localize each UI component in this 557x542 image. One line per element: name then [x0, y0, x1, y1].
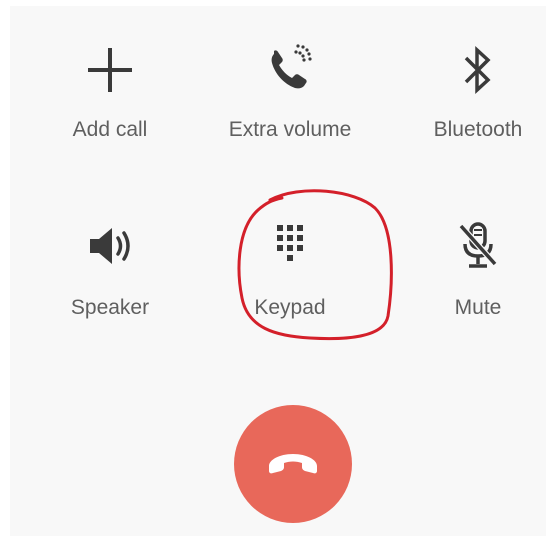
phone-volume-icon [260, 40, 320, 100]
keypad-button[interactable]: Keypad [215, 216, 365, 336]
bluetooth-button[interactable]: Bluetooth [403, 40, 553, 160]
add-call-button[interactable]: Add call [35, 40, 185, 160]
extra-volume-button[interactable]: Extra volume [215, 40, 365, 160]
end-call-icon [269, 454, 317, 474]
end-call-button[interactable] [234, 405, 352, 523]
plus-icon [80, 40, 140, 100]
extra-volume-label: Extra volume [228, 118, 352, 141]
bluetooth-icon [448, 40, 508, 100]
keypad-label: Keypad [254, 296, 326, 319]
mute-label: Mute [454, 296, 502, 319]
in-call-screen: Add call Extra volume Bluetooth Speaker … [10, 6, 546, 536]
mic-off-icon [448, 216, 508, 276]
add-call-label: Add call [72, 118, 148, 141]
dialpad-icon [260, 216, 320, 276]
mute-button[interactable]: Mute [403, 216, 553, 336]
speaker-button[interactable]: Speaker [35, 216, 185, 336]
bluetooth-label: Bluetooth [433, 118, 523, 141]
speaker-label: Speaker [70, 296, 150, 319]
speaker-icon [80, 216, 140, 276]
